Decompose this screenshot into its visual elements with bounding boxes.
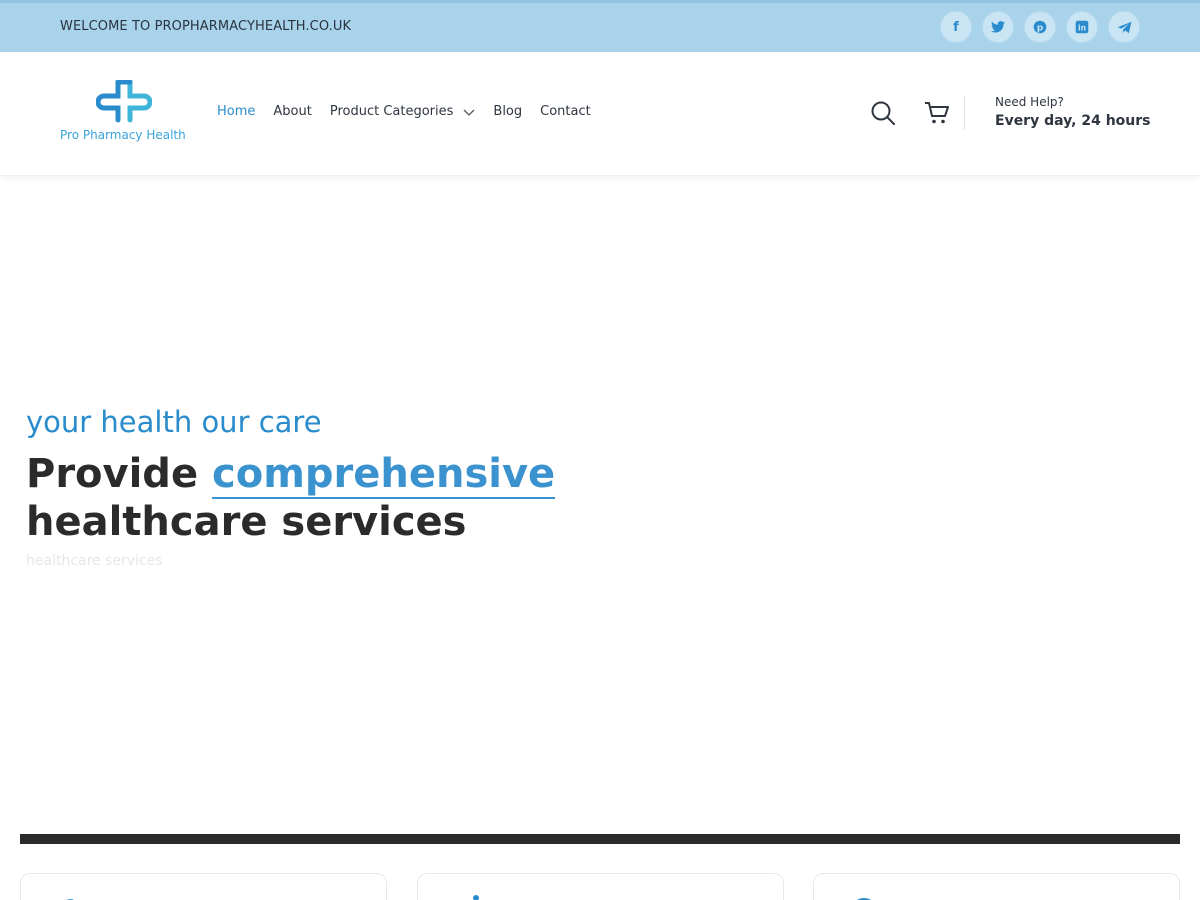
nav-home[interactable]: Home (217, 104, 255, 119)
hero-title: Provide comprehensive healthcare service… (26, 450, 726, 546)
hero-title-prefix: Provide (26, 451, 212, 497)
search-icon[interactable] (870, 100, 896, 130)
main-nav: Home About Product Categories Blog Conta… (217, 104, 609, 119)
help-hours: Every day, 24 hours (995, 113, 1151, 129)
logo-cross-icon (96, 80, 152, 123)
telegram-icon[interactable] (1108, 11, 1140, 43)
welcome-text: WELCOME TO PROPHARMACYHEALTH.CO.UK (60, 19, 352, 34)
hero-kicker: your health our care (26, 405, 322, 439)
top-bar: WELCOME TO PROPHARMACYHEALTH.CO.UK f p i… (0, 0, 1200, 52)
facebook-icon[interactable]: f (940, 11, 972, 43)
help-block: Need Help? Every day, 24 hours (995, 95, 1151, 129)
feature-card-1 (20, 873, 387, 900)
nav-about[interactable]: About (273, 104, 311, 119)
section-divider-bar (20, 834, 1180, 844)
site-header: Pro Pharmacy Health Home About Product C… (0, 52, 1200, 176)
hero-title-rest: healthcare services (26, 499, 467, 545)
feature-icon-3 (850, 892, 880, 900)
linkedin-icon[interactable]: in (1066, 11, 1098, 43)
nav-contact[interactable]: Contact (540, 104, 591, 119)
logo-text: Pro Pharmacy Health (60, 128, 186, 142)
nav-blog[interactable]: Blog (493, 104, 522, 119)
svg-text:in: in (1078, 24, 1086, 33)
feature-card-2 (417, 873, 784, 900)
hero-title-accent: comprehensive (212, 451, 556, 499)
feature-icon-1 (57, 892, 97, 900)
header-divider (964, 96, 965, 130)
pinterest-icon[interactable]: p (1024, 11, 1056, 43)
feature-icon-2 (468, 892, 488, 900)
feature-card-3 (813, 873, 1180, 900)
hero-ghost-text: healthcare services (26, 553, 163, 569)
twitter-icon[interactable] (982, 11, 1014, 43)
nav-product-categories[interactable]: Product Categories (330, 104, 476, 119)
cart-icon[interactable] (924, 100, 950, 130)
social-links: f p in (940, 11, 1140, 43)
help-label: Need Help? (995, 95, 1064, 109)
nav-product-categories-label: Product Categories (329, 104, 454, 119)
site-logo[interactable]: Pro Pharmacy Health (58, 80, 190, 146)
svg-text:p: p (1037, 24, 1044, 34)
chevron-down-icon (463, 105, 475, 119)
